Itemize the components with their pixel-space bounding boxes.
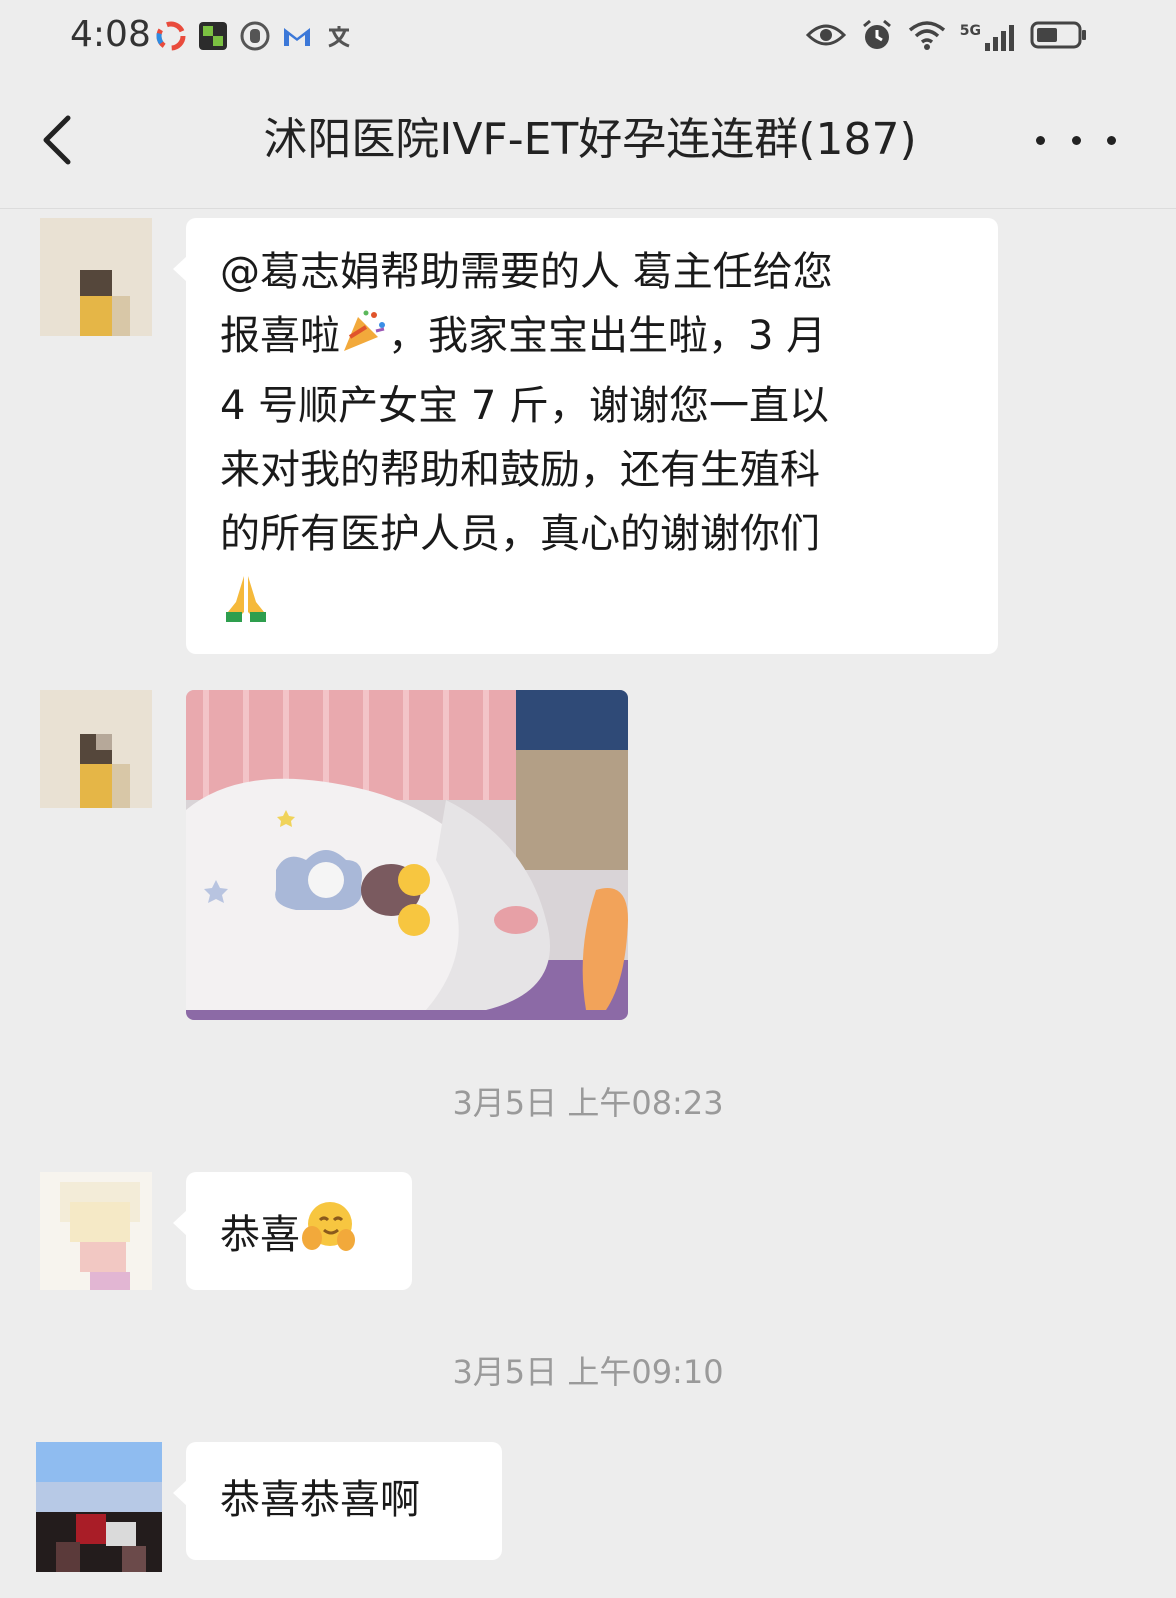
message-line: @葛志娟帮助需要的人 葛主任给您 — [220, 249, 833, 295]
avatar[interactable] — [36, 1442, 162, 1572]
status-bar: 4:08 5G — [0, 0, 1176, 80]
message-text: ，我家宝宝出生啦，3 月 — [388, 313, 827, 359]
message-text: 恭喜恭喜啊 — [220, 1477, 420, 1523]
message-timestamp: 3月5日 上午09:10 — [452, 1353, 724, 1391]
eye-icon — [805, 21, 846, 53]
network-label: 5G — [959, 23, 981, 39]
system-icons: 5G — [805, 18, 1088, 56]
chat-screen: 4:08 5G 沭阳医院IVF-ET好孕连连群(187) @葛志娟帮助需要的人 … — [0, 0, 1176, 1598]
chat-header: 沭阳医院IVF-ET好孕连连群(187) — [0, 80, 1176, 209]
avatar[interactable] — [40, 1172, 152, 1290]
more-button[interactable] — [1036, 110, 1116, 170]
message-text: 报喜啦 — [220, 313, 340, 359]
battery-icon — [1030, 20, 1088, 54]
back-button[interactable] — [30, 110, 90, 170]
more-icon-dot — [1107, 135, 1116, 145]
notification-icons — [155, 20, 355, 52]
cloud-sync-icon — [155, 20, 187, 52]
message-bubble[interactable]: 恭喜 — [173, 1172, 412, 1290]
chevron-left-icon — [43, 115, 71, 165]
message-bubble[interactable]: @葛志娟帮助需要的人 葛主任给您 报喜啦 ，我家宝宝出生啦，3 月 4 号顺产女宝… — [173, 218, 998, 654]
translate-icon — [323, 20, 355, 52]
avatar[interactable] — [40, 218, 152, 336]
message-timestamp: 3月5日 上午08:23 — [452, 1084, 724, 1122]
message-line: 的所有医护人员，真心的谢谢你们 — [220, 511, 820, 557]
app-green-icon — [197, 20, 229, 52]
message-line: 来对我的帮助和鼓励，还有生殖科 — [220, 447, 820, 493]
message-line-with-emoji: 报喜啦 ，我家宝宝出生啦，3 月 — [220, 304, 964, 374]
wifi-icon — [908, 20, 946, 54]
chat-title: 沭阳医院IVF-ET好孕连连群(187) — [263, 114, 917, 165]
message-line: 4 号顺产女宝 7 斤，谢谢您一直以 — [220, 383, 830, 429]
hugging-face-icon — [300, 1198, 356, 1273]
gmail-icon — [281, 20, 313, 52]
alarm-icon — [860, 18, 894, 56]
avatar[interactable] — [40, 690, 152, 808]
party-popper-icon — [340, 307, 388, 374]
status-time: 4:08 — [70, 14, 151, 55]
more-icon-dot — [1071, 135, 1081, 145]
message-bubble[interactable]: 恭喜恭喜啊 — [173, 1442, 502, 1560]
more-icon — [1036, 135, 1045, 145]
baby-photo[interactable] — [186, 690, 628, 1020]
message-text: 恭喜 — [220, 1212, 300, 1258]
folded-hands-icon — [220, 566, 964, 630]
shield-app-icon — [239, 20, 271, 52]
signal-5g-icon: 5G — [960, 23, 1016, 51]
